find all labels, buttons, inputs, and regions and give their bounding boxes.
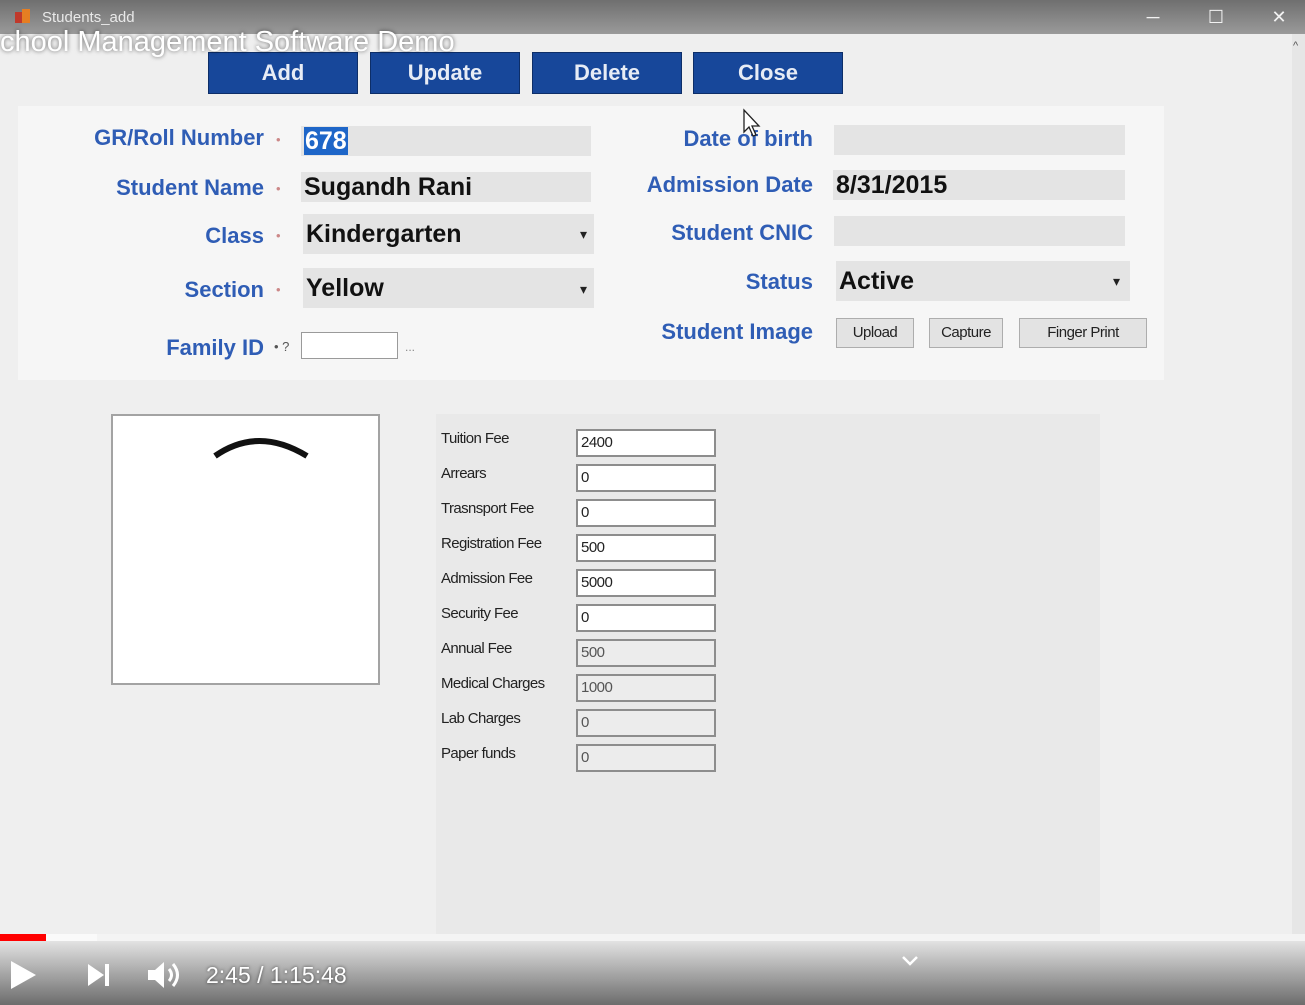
screen: Students_add ─ ☐ ✕ ^ Add Update Delete C… bbox=[0, 0, 1305, 1005]
finger-print-button[interactable]: Finger Print bbox=[1019, 318, 1147, 348]
fee-label: Paper funds bbox=[441, 745, 516, 762]
fee-label: Medical Charges bbox=[441, 675, 545, 692]
player-controls bbox=[0, 941, 1305, 1005]
volume-icon[interactable] bbox=[146, 959, 184, 991]
fees-panel bbox=[436, 414, 1100, 934]
scroll-up-icon[interactable]: ^ bbox=[1293, 40, 1298, 52]
section-label: Section bbox=[184, 277, 264, 302]
dob-input[interactable] bbox=[834, 125, 1125, 155]
chevron-down-icon[interactable]: ▾ bbox=[1113, 273, 1120, 290]
photo-placeholder-icon bbox=[213, 438, 309, 459]
minimize-button[interactable]: ─ bbox=[1139, 4, 1167, 30]
student-name-input[interactable]: Sugandh Rani bbox=[301, 172, 591, 202]
student-cnic-label: Student CNIC bbox=[671, 220, 813, 245]
class-select[interactable]: Kindergarten bbox=[303, 214, 594, 254]
upload-button[interactable]: Upload bbox=[836, 318, 914, 348]
admission-date-input[interactable]: 8/31/2015 bbox=[833, 170, 1125, 200]
section-select[interactable]: Yellow bbox=[303, 268, 594, 308]
window-title: Students_add bbox=[42, 9, 135, 26]
fee-input[interactable]: 0 bbox=[576, 499, 716, 527]
admission-date-label: Admission Date bbox=[646, 172, 813, 197]
fee-input[interactable]: 500 bbox=[576, 639, 716, 667]
status-label: Status bbox=[745, 269, 813, 294]
required-mark: • bbox=[276, 228, 281, 243]
maximize-button[interactable]: ☐ bbox=[1202, 4, 1230, 30]
fee-label: Trasnsport Fee bbox=[441, 500, 534, 517]
gr-roll-label: GR/Roll Number bbox=[94, 125, 264, 150]
chevron-down-icon[interactable]: ▾ bbox=[580, 281, 587, 298]
status-select[interactable]: Active bbox=[836, 261, 1130, 301]
fee-input[interactable]: 0 bbox=[576, 464, 716, 492]
gr-roll-input[interactable]: 678 bbox=[301, 126, 591, 156]
capture-button[interactable]: Capture bbox=[929, 318, 1003, 348]
fee-input[interactable]: 0 bbox=[576, 709, 716, 737]
fee-input[interactable]: 1000 bbox=[576, 674, 716, 702]
mouse-cursor-icon bbox=[743, 108, 761, 137]
close-window-button[interactable]: ✕ bbox=[1265, 4, 1293, 30]
fee-label: Arrears bbox=[441, 465, 487, 482]
delete-button[interactable]: Delete bbox=[532, 52, 682, 94]
required-mark: • bbox=[276, 132, 281, 147]
fee-input[interactable]: 5000 bbox=[576, 569, 716, 597]
fee-label: Lab Charges bbox=[441, 710, 521, 727]
fee-label: Registration Fee bbox=[441, 535, 542, 552]
fee-input[interactable]: 2400 bbox=[576, 429, 716, 457]
video-time: 2:45 / 1:15:48 bbox=[206, 962, 347, 988]
fee-label: Tuition Fee bbox=[441, 430, 509, 447]
progress-played bbox=[0, 934, 46, 941]
student-photo bbox=[111, 414, 380, 685]
student-cnic-input[interactable] bbox=[834, 216, 1125, 246]
app-icon bbox=[15, 9, 30, 23]
fee-input[interactable]: 0 bbox=[576, 744, 716, 772]
play-icon[interactable] bbox=[8, 959, 38, 991]
family-id-input[interactable] bbox=[301, 332, 398, 359]
required-mark: • bbox=[276, 282, 281, 297]
student-name-label: Student Name bbox=[116, 175, 264, 200]
fee-label: Admission Fee bbox=[441, 570, 533, 587]
fee-label: Security Fee bbox=[441, 605, 519, 622]
family-id-hint: • ? bbox=[274, 339, 290, 354]
chevron-down-icon[interactable]: ▾ bbox=[580, 226, 587, 243]
fee-label: Annual Fee bbox=[441, 640, 512, 657]
next-icon[interactable] bbox=[86, 962, 112, 988]
fee-input[interactable]: 500 bbox=[576, 534, 716, 562]
scrollbar[interactable]: ^ bbox=[1292, 34, 1305, 934]
chevron-down-icon[interactable] bbox=[901, 955, 919, 967]
required-mark: • bbox=[276, 181, 281, 196]
family-id-label: Family ID bbox=[166, 335, 264, 360]
close-button[interactable]: Close bbox=[693, 52, 843, 94]
class-label: Class bbox=[205, 223, 264, 248]
progress-track[interactable] bbox=[0, 934, 1305, 941]
fee-input[interactable]: 0 bbox=[576, 604, 716, 632]
video-title: chool Management Software Demo bbox=[0, 26, 455, 58]
family-browse-button[interactable]: ... bbox=[405, 340, 415, 354]
student-image-label: Student Image bbox=[661, 319, 813, 344]
